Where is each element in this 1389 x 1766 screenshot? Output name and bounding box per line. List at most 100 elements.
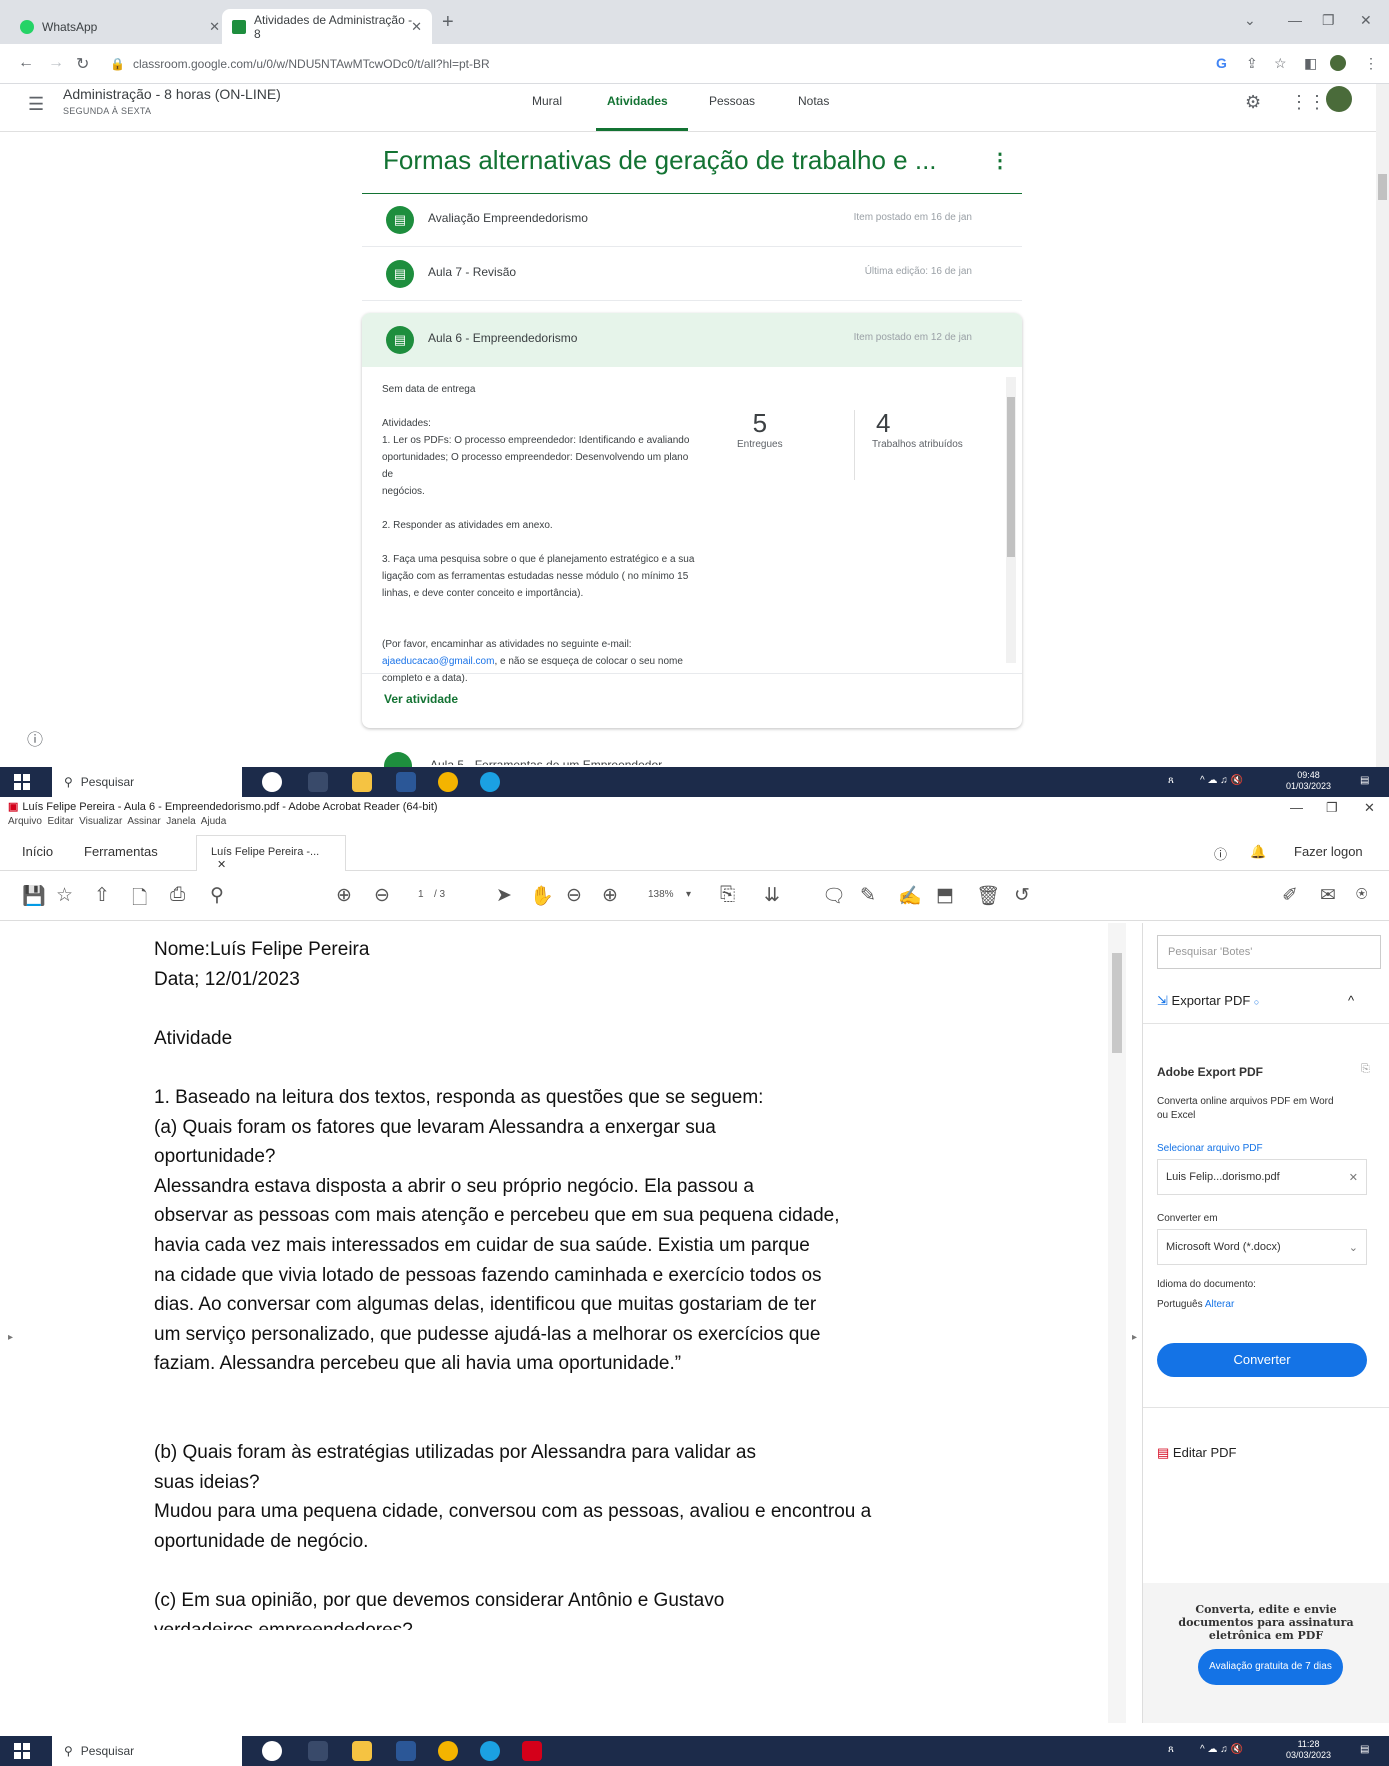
taskbar-search[interactable]: ⚲ Pesquisar: [52, 767, 242, 797]
url-field[interactable]: 🔒 classroom.google.com/u/0/w/NDU5NTAwMTc…: [104, 50, 1202, 78]
taskbar-search[interactable]: ⚲ Pesquisar: [52, 1736, 242, 1766]
chrome-icon[interactable]: [438, 772, 458, 792]
menu-bar[interactable]: Arquivo Editar Visualizar Assinar Janela…: [8, 816, 226, 827]
doc-scrollbar[interactable]: [1108, 923, 1126, 1723]
tab-tools[interactable]: Ferramentas: [84, 844, 158, 859]
zoom-out-icon[interactable]: ⊖: [566, 884, 582, 907]
tray-icons[interactable]: ^ ☁ ♫ 🔇: [1200, 775, 1243, 786]
hand-icon[interactable]: ✋: [530, 884, 554, 908]
export-pdf-header[interactable]: ⇲ Exportar PDF ○: [1157, 993, 1259, 1009]
settings-gear-icon[interactable]: ⚙: [1245, 92, 1261, 113]
close-window-button[interactable]: ✕: [1364, 800, 1375, 816]
back-icon[interactable]: ←: [18, 54, 34, 72]
bookmark-star-icon[interactable]: ☆: [1274, 55, 1287, 72]
format-select[interactable]: Microsoft Word (*.docx) ⌄: [1157, 1229, 1367, 1265]
notification-icon[interactable]: ▤: [1360, 1744, 1369, 1755]
windows-start-icon[interactable]: [14, 774, 30, 790]
zoom-in-icon[interactable]: ⊕: [602, 884, 618, 907]
bing-icon[interactable]: [262, 772, 282, 792]
close-icon[interactable]: ✕: [411, 19, 422, 35]
email-link[interactable]: ajaeducacao@gmail.com: [382, 656, 494, 667]
close-icon[interactable]: ✕: [217, 859, 226, 871]
edit-pdf-item[interactable]: ▤ Editar PDF: [1157, 1445, 1237, 1461]
task-view-icon[interactable]: [308, 772, 328, 792]
tab-pessoas[interactable]: Pessoas: [709, 94, 755, 108]
assigned-stat[interactable]: 4 Trabalhos atribuídos: [872, 408, 963, 450]
free-trial-button[interactable]: Avaliação gratuita de 7 dias: [1198, 1649, 1343, 1685]
edge-icon[interactable]: [480, 772, 500, 792]
zoom-select[interactable]: 138%: [648, 889, 674, 900]
sign-in-link[interactable]: Fazer logon: [1294, 844, 1363, 859]
clear-icon[interactable]: ✕: [1349, 1171, 1358, 1184]
tab-home[interactable]: Início: [22, 844, 53, 859]
tab-mural[interactable]: Mural: [532, 94, 562, 108]
turned-in-stat[interactable]: 5 Entregues: [737, 408, 783, 450]
menu-icon[interactable]: ⋮: [1364, 55, 1378, 72]
google-icon[interactable]: G: [1216, 55, 1227, 71]
create-pdf-icon[interactable]: 🗋: [132, 884, 147, 916]
view-assignment-link[interactable]: Ver atividade: [384, 692, 458, 706]
chevron-down-icon[interactable]: ▾: [686, 889, 691, 900]
convert-button[interactable]: Converter: [1157, 1343, 1367, 1377]
trash-icon[interactable]: 🗑: [976, 884, 1000, 908]
minimize-button[interactable]: —: [1290, 800, 1303, 815]
profile-avatar[interactable]: [1330, 55, 1346, 71]
windows-start-icon[interactable]: [14, 1743, 30, 1759]
scroll-mode-icon[interactable]: ⇊: [764, 884, 780, 907]
side-panel-icon[interactable]: ◧: [1304, 55, 1317, 72]
edge-icon[interactable]: [480, 1741, 500, 1761]
zoom-search-icon[interactable]: ⚲: [210, 884, 224, 907]
page-down-icon[interactable]: ⊖: [374, 884, 390, 907]
upload-icon[interactable]: ⇧: [94, 884, 110, 907]
tab-search-icon[interactable]: ⌄: [1244, 12, 1256, 29]
select-file-link[interactable]: Selecionar arquivo PDF: [1157, 1143, 1263, 1154]
tab-atividades[interactable]: Atividades: [607, 94, 668, 108]
avatar[interactable]: [1326, 86, 1352, 112]
card-scrollbar[interactable]: [1006, 377, 1016, 663]
comment-icon[interactable]: 🗨: [822, 884, 846, 908]
bing-icon[interactable]: [262, 1741, 282, 1761]
select-cursor-icon[interactable]: ➤: [496, 884, 512, 907]
rotate-icon[interactable]: ↺: [1014, 884, 1030, 907]
restore-button[interactable]: ❐: [1326, 800, 1338, 816]
acrobat-taskbar-icon[interactable]: [522, 1741, 542, 1761]
list-item[interactable]: ▤ Aula 7 - Revisão Última edição: 16 de …: [362, 247, 1022, 301]
tab-document[interactable]: Luís Felipe Pereira -... ✕: [196, 835, 346, 871]
page-up-icon[interactable]: ⊕: [336, 884, 352, 907]
left-panel-toggle-icon[interactable]: ▸: [8, 1332, 13, 1343]
people-icon[interactable]: ጸ: [1168, 1744, 1174, 1755]
tab-whatsapp[interactable]: WhatsApp ✕: [10, 9, 230, 44]
page-fit-icon[interactable]: ⎘: [720, 884, 735, 906]
share-icon[interactable]: ⇪: [1246, 55, 1258, 72]
main-menu-icon[interactable]: ☰: [28, 94, 44, 115]
change-language-link[interactable]: Alterar: [1205, 1299, 1234, 1310]
list-item[interactable]: ▤ Avaliação Empreendedorismo Item postad…: [362, 193, 1022, 247]
print-icon[interactable]: ⎙: [170, 884, 185, 906]
clock[interactable]: 11:28 03/03/2023: [1286, 1739, 1331, 1761]
pen-icon[interactable]: ✎: [860, 884, 876, 907]
minimize-button[interactable]: —: [1288, 12, 1302, 28]
chrome-icon[interactable]: [438, 1741, 458, 1761]
file-explorer-icon[interactable]: [352, 772, 372, 792]
new-tab-button[interactable]: +: [442, 11, 454, 34]
reload-icon[interactable]: ↻: [76, 54, 89, 74]
bookmark-star-icon[interactable]: ☆: [56, 884, 73, 907]
stamp-icon[interactable]: ⬒: [936, 884, 954, 907]
account-icon[interactable]: ⍟: [1356, 884, 1367, 906]
mail-icon[interactable]: ✉: [1320, 884, 1336, 907]
tools-search-input[interactable]: Pesquisar 'Botes': [1157, 935, 1381, 969]
save-icon[interactable]: 💾: [22, 884, 46, 908]
page-number-input[interactable]: 1: [418, 889, 424, 900]
more-options-icon[interactable]: ⋮: [990, 148, 1010, 173]
word-icon[interactable]: [396, 1741, 416, 1761]
close-window-button[interactable]: ✕: [1360, 12, 1372, 29]
fill-sign-icon[interactable]: ✐: [1282, 884, 1298, 907]
people-icon[interactable]: ጸ: [1168, 775, 1174, 786]
tray-icons[interactable]: ^ ☁ ♫ 🔇: [1200, 1744, 1243, 1755]
help-icon[interactable]: ⓘ: [27, 726, 43, 750]
right-panel-toggle-icon[interactable]: ▸: [1132, 1332, 1137, 1343]
card-header[interactable]: ▤ Aula 6 - Empreendedorismo Item postado…: [362, 313, 1022, 367]
sign-icon[interactable]: ✍: [898, 884, 922, 908]
notification-icon[interactable]: ▤: [1360, 775, 1369, 786]
forward-icon[interactable]: →: [48, 54, 64, 72]
